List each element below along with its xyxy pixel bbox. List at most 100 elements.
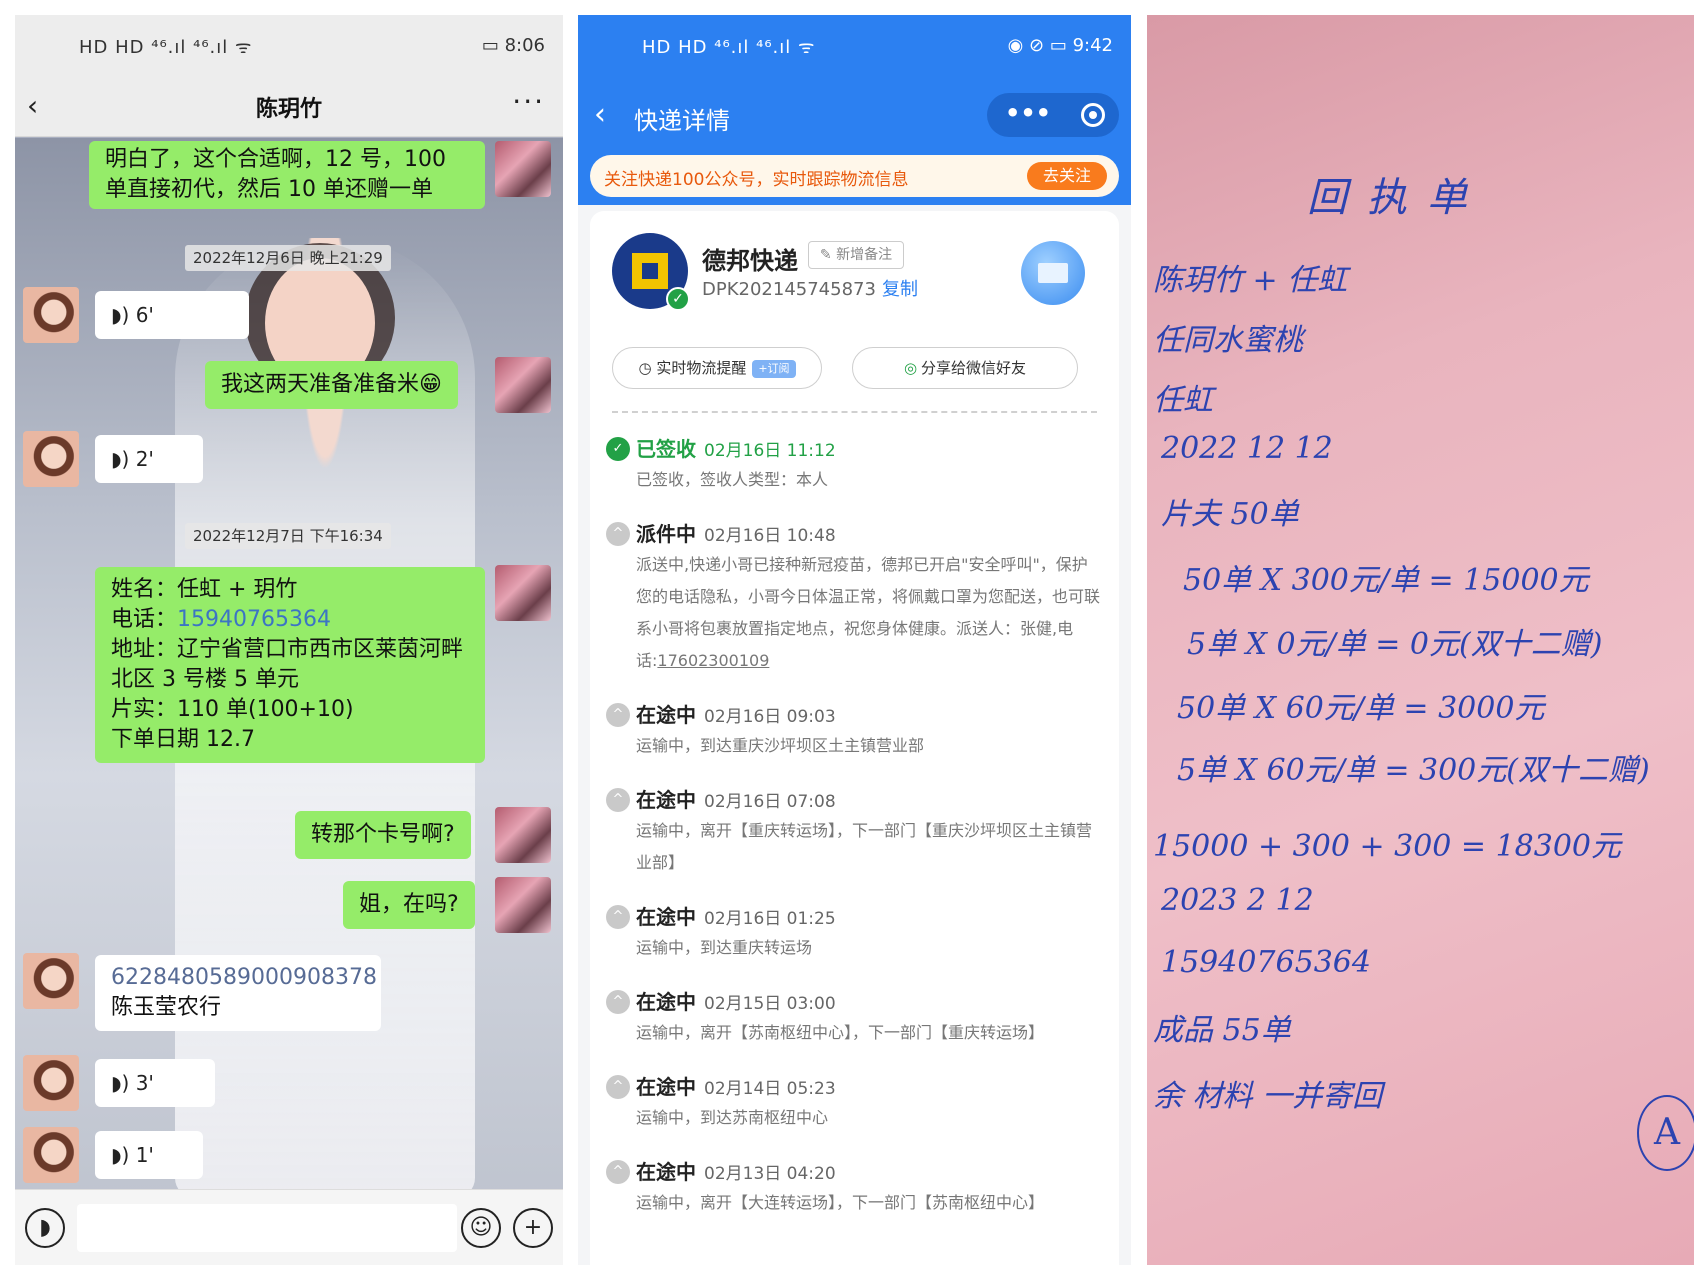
copy-link[interactable]: 复制 bbox=[882, 279, 918, 300]
timeline-event: ^ 在途中 02月15日 03:00 运输中，离开【苏南枢纽中心】，下一部门【重庆… bbox=[606, 986, 1103, 1049]
message-bubble[interactable]: 转那个卡号啊? bbox=[295, 811, 471, 859]
contact-avatar[interactable] bbox=[23, 953, 79, 1009]
more-options-icon[interactable]: ••• bbox=[1005, 99, 1051, 127]
receipt-line: 陈玥竹 + 任虹 bbox=[1153, 263, 1348, 298]
my-avatar[interactable] bbox=[495, 565, 551, 621]
tracking-timeline: ✓ 已签收 02月16日 11:12 已签收，签收人类型：本人 ^ 派件中 02月1… bbox=[606, 433, 1103, 1241]
receipt-line: 片夫 50单 bbox=[1161, 497, 1299, 532]
voice-wave-icon: ◗) bbox=[111, 1071, 136, 1095]
carrier-logo: ✓ bbox=[612, 233, 690, 311]
receipt-title: 回执单 bbox=[1307, 175, 1487, 221]
message-bubble[interactable]: 姐，在吗? bbox=[343, 881, 475, 929]
receipt-line: 5单 X 60元/单 = 300元(双十二赠) bbox=[1177, 753, 1650, 788]
status-bar: HD HD ⁴⁶.ıl ⁴⁶.ıl ᯤ ◉ ⊘ ▭ 9:42 bbox=[578, 15, 1131, 75]
receipt-line: 任同水蜜桃 bbox=[1153, 323, 1303, 358]
timeline-dot-icon: ^ bbox=[606, 990, 630, 1014]
input-bar: ◗ ☺ + bbox=[15, 1189, 563, 1265]
status-time: 8:06 bbox=[504, 35, 545, 56]
message-bubble[interactable]: 明白了，这个合适啊，12 号，100 单直接初代，然后 10 单还赠一单 bbox=[89, 141, 485, 209]
bank-card-message[interactable]: 6228480589000908378 陈玉莹农行 bbox=[95, 955, 381, 1031]
close-miniapp-icon[interactable] bbox=[1081, 103, 1105, 127]
tracking-card: ✓ 德邦快递 ✎ 新增备注 DPK202145745873 复制 ◷ 实时物流提醒… bbox=[590, 211, 1119, 1265]
timeline-event: ^ 在途中 02月16日 07:08 运输中，离开【重庆转运场】，下一部门【重庆沙… bbox=[606, 784, 1103, 879]
order-address: 地址：辽宁省营口市西市区莱茵河畔北区 3 号楼 5 单元 bbox=[111, 637, 464, 692]
chat-screen: HD HD ⁴⁶.ıl ⁴⁶.ıl ᯤ ▭ 8:06 ‹ 陈玥竹 ··· 明白了… bbox=[15, 15, 563, 1265]
emoji-icon[interactable]: ☺ bbox=[461, 1208, 501, 1248]
battery-icon: ▭ bbox=[481, 35, 505, 56]
order-quantity: 片实：110 单(100+10) bbox=[111, 697, 354, 722]
miniapp-capsule: ••• bbox=[987, 93, 1119, 137]
back-arrow-icon[interactable]: ‹ bbox=[594, 97, 606, 132]
order-name: 姓名：任虹 + 玥竹 bbox=[111, 577, 298, 602]
order-message[interactable]: 姓名：任虹 + 玥竹 电话：15940765364 地址：辽宁省营口市西市区莱茵… bbox=[95, 567, 485, 763]
more-options-icon[interactable]: ··· bbox=[512, 85, 545, 118]
contact-avatar[interactable] bbox=[23, 431, 79, 487]
voice-message[interactable]: ◗) 3' bbox=[95, 1059, 215, 1107]
clock-icon: ◷ bbox=[638, 359, 657, 377]
signed-check-icon: ✓ bbox=[606, 437, 630, 461]
circled-stamp: A bbox=[1637, 1095, 1694, 1171]
my-avatar[interactable] bbox=[495, 357, 551, 413]
share-wechat-button[interactable]: ◎ 分享给微信好友 bbox=[852, 347, 1078, 389]
contact-avatar[interactable] bbox=[23, 287, 79, 343]
verified-check-icon: ✓ bbox=[666, 287, 690, 311]
my-avatar[interactable] bbox=[495, 877, 551, 933]
timeline-dot-icon: ^ bbox=[606, 703, 630, 727]
order-phone: 电话：15940765364 bbox=[111, 607, 331, 632]
voice-input-icon[interactable]: ◗ bbox=[25, 1208, 65, 1248]
voice-message[interactable]: ◗) 1' bbox=[95, 1131, 203, 1179]
remind-button[interactable]: ◷ 实时物流提醒 +订阅 bbox=[612, 347, 822, 389]
voice-message[interactable]: ◗) 2' bbox=[95, 435, 203, 483]
receipt-line: 5单 X 0元/单 = 0元(双十二赠) bbox=[1187, 627, 1603, 662]
receipt-line: 15000 + 300 + 300 = 18300元 bbox=[1153, 829, 1622, 864]
timeline-dot-icon: ^ bbox=[606, 522, 630, 546]
chat-header: ‹ 陈玥竹 ··· bbox=[15, 75, 563, 137]
tracking-number: DPK202145745873 复制 bbox=[702, 279, 918, 300]
timeline-event: ^ 在途中 02月13日 04:20 运输中，离开【大连转运场】，下一部门【苏南枢… bbox=[606, 1156, 1103, 1219]
status-icons: ◉ ⊘ ▭ bbox=[1007, 35, 1073, 56]
my-avatar[interactable] bbox=[495, 141, 551, 197]
timeline-event: ^ 在途中 02月16日 09:03 运输中，到达重庆沙坪坝区土主镇营业部 bbox=[606, 699, 1103, 762]
receipt-line: 2022 12 12 bbox=[1161, 431, 1333, 466]
voice-wave-icon: ◗) bbox=[111, 303, 136, 327]
voice-wave-icon: ◗) bbox=[111, 1143, 136, 1167]
receipt-line: 50单 X 300元/单 = 15000元 bbox=[1183, 563, 1589, 598]
contact-avatar[interactable] bbox=[23, 1055, 79, 1111]
order-date: 下单日期 12.7 bbox=[111, 727, 255, 752]
receipt-line: 余 材料 一并寄回 bbox=[1153, 1079, 1383, 1114]
wechat-icon: ◎ bbox=[903, 359, 918, 377]
voice-message[interactable]: ◗) 6' bbox=[95, 291, 249, 339]
timeline-dot-icon: ^ bbox=[606, 905, 630, 929]
plus-icon[interactable]: + bbox=[513, 1208, 553, 1248]
timeline-event: ^ 在途中 02月16日 01:25 运输中，到达重庆转运场 bbox=[606, 901, 1103, 964]
signal-icons: HD HD ⁴⁶.ıl ⁴⁶.ıl ᯤ bbox=[642, 37, 816, 58]
page-title: 快递详情 bbox=[634, 107, 730, 135]
timeline-dot-icon: ^ bbox=[606, 1160, 630, 1184]
timeline-dot-icon: ^ bbox=[606, 788, 630, 812]
courier-phone-link[interactable]: 17602300109 bbox=[657, 651, 769, 670]
status-bar: HD HD ⁴⁶.ıl ⁴⁶.ıl ᯤ ▭ 8:06 bbox=[15, 15, 563, 75]
timeline-event: ✓ 已签收 02月16日 11:12 已签收，签收人类型：本人 bbox=[606, 433, 1103, 496]
subscribe-badge: +订阅 bbox=[752, 359, 796, 378]
message-input[interactable] bbox=[77, 1204, 457, 1252]
phone-link[interactable]: 15940765364 bbox=[177, 607, 331, 632]
receipt-line: 任虹 bbox=[1153, 383, 1213, 418]
message-bubble[interactable]: 我这两天准备准备米😁 bbox=[205, 361, 458, 409]
receipt-line: 成品 55单 bbox=[1153, 1013, 1291, 1048]
contact-avatar[interactable] bbox=[23, 1127, 79, 1183]
follow-button[interactable]: 去关注 bbox=[1027, 162, 1107, 190]
receipt-line: 15940765364 bbox=[1161, 945, 1371, 980]
my-avatar[interactable] bbox=[495, 807, 551, 863]
card-number: 6228480589000908378 bbox=[111, 965, 377, 990]
timestamp: 2022年12月6日 晚上21:29 bbox=[185, 245, 391, 271]
card-bank: 陈玉莹农行 bbox=[111, 995, 222, 1020]
receipt-line: 2023 2 12 bbox=[1161, 883, 1314, 918]
timeline-dot-icon: ^ bbox=[606, 1075, 630, 1099]
message-icon[interactable] bbox=[1021, 241, 1085, 305]
follow-banner: 关注快递100公众号，实时跟踪物流信息 去关注 bbox=[590, 155, 1119, 197]
receipt-photo: 回执单 陈玥竹 + 任虹 任同水蜜桃 任虹 2022 12 12 片夫 50单 … bbox=[1147, 15, 1694, 1265]
add-note-button[interactable]: ✎ 新增备注 bbox=[808, 241, 904, 269]
contact-name: 陈玥竹 bbox=[255, 97, 322, 122]
status-time: 9:42 bbox=[1072, 35, 1113, 56]
timestamp: 2022年12月7日 下午16:34 bbox=[185, 523, 391, 549]
